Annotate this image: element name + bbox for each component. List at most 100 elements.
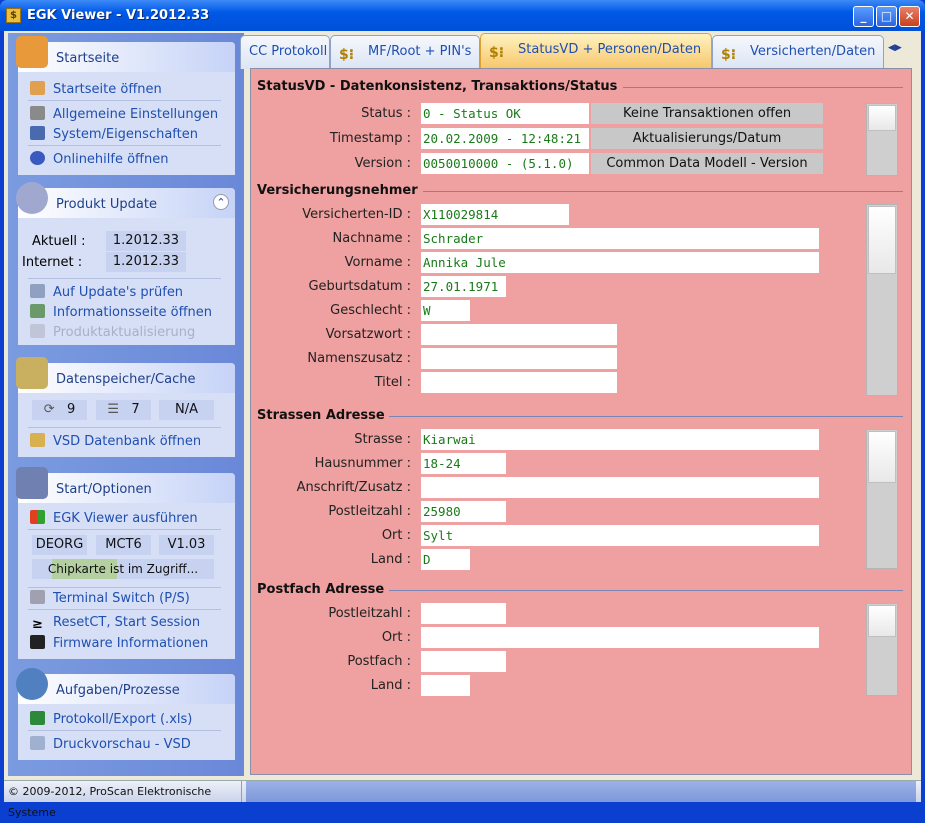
greater-equal-icon: ≥ — [32, 617, 43, 632]
versicherungsnehmer-field[interactable] — [421, 348, 617, 369]
tab-scroll-left-icon[interactable]: ◀ — [888, 43, 895, 53]
field-label: Postfach : — [347, 654, 411, 669]
panel-header-startseite[interactable]: Startseite — [16, 36, 235, 72]
system-link[interactable]: System/Eigenschaften — [30, 126, 198, 142]
resetct-link[interactable]: ≥ ResetCT, Start Session — [30, 615, 200, 632]
link-label: Informationsseite öffnen — [53, 305, 213, 320]
tab-label: CC Protokoll — [249, 44, 328, 59]
refresh-icon: ⟳ — [43, 402, 59, 417]
scroll-thumb[interactable] — [868, 431, 896, 483]
link-label: Onlinehilfe öffnen — [53, 152, 169, 167]
versicherungsnehmer-field[interactable] — [421, 324, 617, 345]
caduceus-tree-icon: $⁝ — [339, 47, 355, 63]
scrollbar-postfach[interactable] — [866, 603, 898, 696]
info-page-link[interactable]: Informationsseite öffnen — [30, 304, 212, 320]
link-label: ResetCT, Start Session — [53, 615, 201, 630]
link-label: Auf Update's prüfen — [53, 285, 184, 300]
postfach-field[interactable] — [421, 603, 506, 624]
tab-statusvd[interactable]: $⁝ StatusVD + Personen/Daten — [480, 33, 712, 69]
caduceus-tree-icon: $⁝ — [489, 45, 505, 61]
aktuell-label: Aktuell : — [32, 234, 86, 249]
tab-scroll[interactable]: ◀▶ — [888, 43, 902, 53]
panel-header-start[interactable]: Start/Optionen — [16, 467, 235, 503]
excel-icon — [30, 711, 45, 725]
scroll-thumb[interactable] — [868, 105, 896, 131]
divider — [28, 609, 221, 610]
scrollbar-strasse[interactable] — [866, 429, 898, 569]
link-label: Protokoll/Export (.xls) — [53, 712, 193, 727]
strasse-field[interactable] — [421, 477, 819, 498]
panel-header-update[interactable]: Produkt Update ⌃ — [16, 182, 235, 218]
close-button[interactable]: ✕ — [899, 6, 920, 27]
tab-label: MF/Root + PIN's — [368, 44, 472, 59]
field-label: Anschrift/Zusatz : — [296, 480, 411, 495]
field-label: Postleitzahl : — [328, 606, 411, 621]
section-header-versicherungsnehmer: Versicherungsnehmer — [257, 183, 418, 198]
versicherungsnehmer-field[interactable]: 27.01.1971 — [421, 276, 506, 297]
druckvorschau-link[interactable]: Druckvorschau - VSD — [30, 736, 191, 752]
tab-bar: CC Protokoll $⁝ MF/Root + PIN's $⁝ StatusV… — [240, 33, 915, 69]
produktaktualisierung-link: Produktaktualisierung — [30, 324, 195, 340]
tab-mf-root[interactable]: $⁝ MF/Root + PIN's — [330, 35, 480, 69]
panel-title: Startseite — [56, 51, 120, 66]
postfach-field[interactable] — [421, 651, 506, 672]
startseite-oeffnen-link[interactable]: Startseite öffnen — [30, 81, 162, 97]
versicherungsnehmer-field[interactable]: W — [421, 300, 470, 321]
divider — [389, 416, 903, 417]
link-label: Allgemeine Einstellungen — [53, 107, 219, 122]
update-check-link[interactable]: Auf Update's prüfen — [30, 284, 183, 300]
status-info: Keine Transaktionen offen — [591, 103, 823, 124]
protokoll-export-link[interactable]: Protokoll/Export (.xls) — [30, 711, 192, 727]
tab-cc-protokoll[interactable]: CC Protokoll — [240, 35, 330, 69]
field-label: Geburtsdatum : — [308, 279, 411, 294]
tab-scroll-right-icon[interactable]: ▶ — [895, 43, 902, 53]
cache-status: N/A — [159, 400, 214, 420]
field-label: Namenszusatz : — [307, 351, 411, 366]
card-status: Chipkarte ist im Zugriff... — [32, 559, 214, 579]
panel-header-aufgaben[interactable]: Aufgaben/Prozesse — [16, 668, 235, 704]
print-preview-icon — [30, 736, 45, 750]
vsd-datenbank-link[interactable]: VSD Datenbank öffnen — [30, 433, 201, 449]
firmware-link[interactable]: Firmware Informationen — [30, 635, 208, 651]
strasse-field[interactable]: D — [421, 549, 470, 570]
maximize-button[interactable]: □ — [876, 6, 897, 27]
statusvd-content: StatusVD - Datenkonsistenz, Transaktions… — [250, 68, 912, 775]
onlinehilfe-link[interactable]: Onlinehilfe öffnen — [30, 151, 169, 167]
egk-viewer-run-link[interactable]: EGK Viewer ausführen — [30, 510, 198, 526]
update-icon — [30, 284, 45, 298]
status-info: Common Data Modell - Version — [591, 153, 823, 174]
panel-header-cache[interactable]: Datenspeicher/Cache — [16, 357, 235, 393]
scroll-thumb[interactable] — [868, 605, 896, 637]
status-bar: © 2009-2012, ProScan Elektronische Syste… — [4, 780, 921, 819]
versicherungsnehmer-field[interactable]: Annika Jule — [421, 252, 819, 273]
field-label: Vorsatzwort : — [325, 327, 411, 342]
title-bar: $ EGK Viewer - V1.2012.33 _ □ ✕ — [0, 0, 925, 31]
versicherungsnehmer-field[interactable]: X110029814 — [421, 204, 569, 225]
scrollbar-status[interactable] — [866, 103, 898, 176]
panel-title: Aufgaben/Prozesse — [56, 683, 180, 698]
card-terminal-icon — [16, 467, 48, 499]
strasse-field[interactable]: 18-24 — [421, 453, 506, 474]
versicherungsnehmer-field[interactable]: Schrader — [421, 228, 819, 249]
versicherungsnehmer-field[interactable] — [421, 372, 617, 393]
postfach-field[interactable] — [421, 627, 819, 648]
minimize-button[interactable]: _ — [853, 6, 874, 27]
scrollbar-versicherungsnehmer[interactable] — [866, 204, 898, 396]
scroll-thumb[interactable] — [868, 206, 896, 274]
terminal-model: MCT6 — [96, 535, 151, 555]
einstellungen-link[interactable]: Allgemeine Einstellungen — [30, 106, 218, 122]
tab-versicherten-daten[interactable]: $⁝ Versicherten/Daten — [712, 35, 884, 69]
strasse-field[interactable]: Kiarwai — [421, 429, 819, 450]
postfach-field[interactable] — [421, 675, 470, 696]
status-field[interactable]: 0 - Status OK — [421, 103, 589, 124]
storage-icon: ☰ — [107, 402, 119, 417]
status-field[interactable]: 20.02.2009 - 12:48:21 — [421, 128, 589, 149]
info-page-icon — [30, 304, 45, 318]
terminal-switch-link[interactable]: Terminal Switch (P/S) — [30, 590, 190, 606]
folder-icon — [30, 433, 45, 447]
update-disabled-icon — [30, 324, 45, 338]
link-label: Produktaktualisierung — [53, 325, 196, 340]
status-field[interactable]: 0050010000 - (5.1.0) — [421, 153, 589, 174]
strasse-field[interactable]: Sylt — [421, 525, 819, 546]
strasse-field[interactable]: 25980 — [421, 501, 506, 522]
